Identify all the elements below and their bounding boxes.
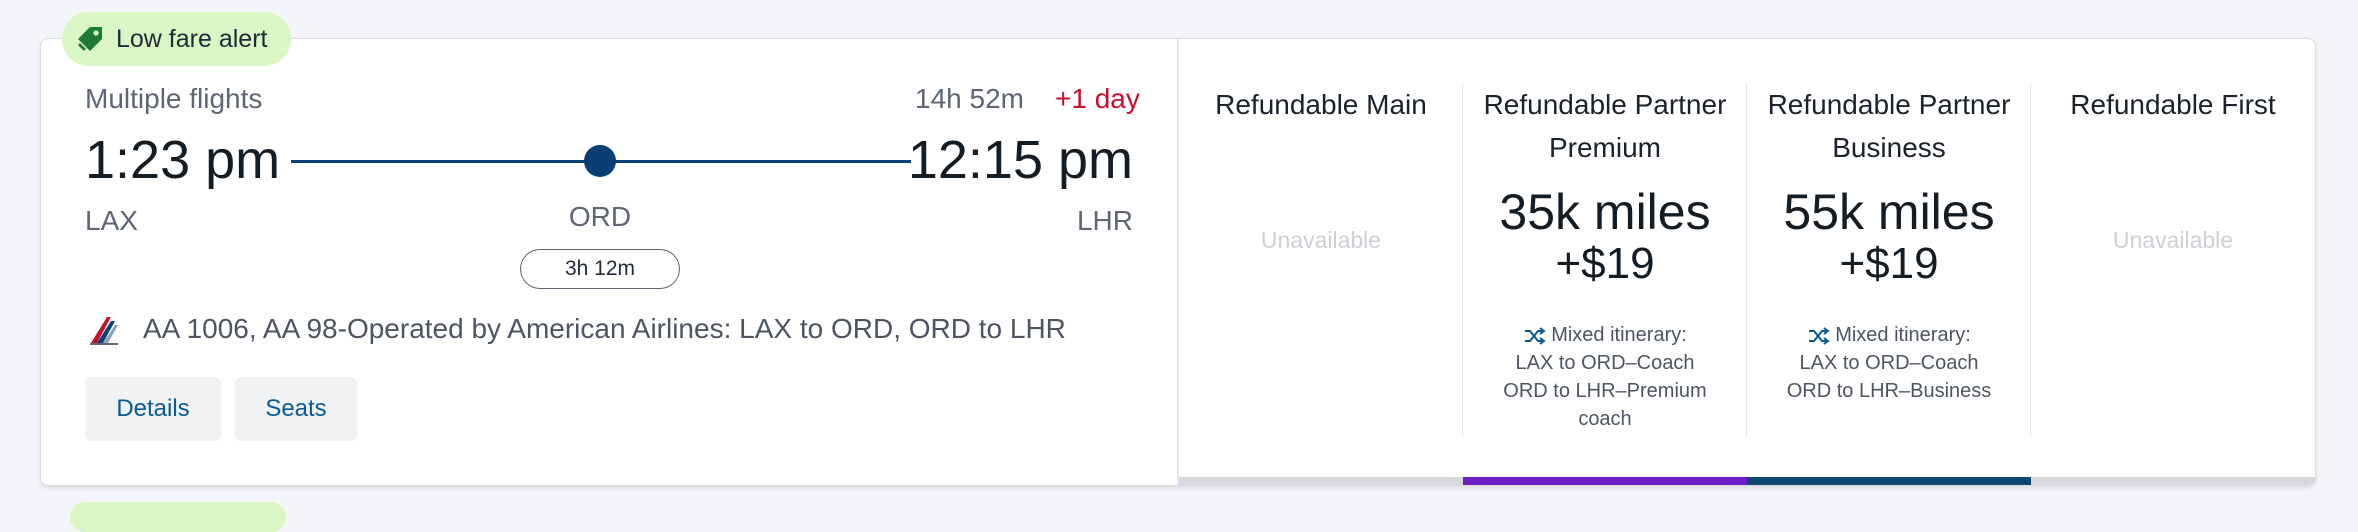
shuffle-icon xyxy=(1809,326,1830,345)
leg-1-cabin: LAX to ORD–Coach xyxy=(1799,352,1979,374)
fare-title: Refundable Partner Premium xyxy=(1483,89,1727,163)
fare-unavailable: Unavailable xyxy=(2112,227,2234,253)
leg-1-cabin: LAX to ORD–Coach xyxy=(1515,352,1695,374)
badge-label: Low fare alert xyxy=(116,24,268,53)
flight-type: Multiple flights xyxy=(85,83,263,114)
departure-time: 1:23 pm xyxy=(85,130,281,190)
arrival-time: 12:15 pm xyxy=(907,130,1133,190)
layover-duration: 3h 12m xyxy=(520,249,680,289)
fare-miles: 55k miles xyxy=(1783,184,1995,240)
next-result-badge xyxy=(70,502,286,532)
flight-description: AA 1006, AA 98-Operated by American Airl… xyxy=(143,313,1066,344)
details-button[interactable]: Details xyxy=(85,377,221,441)
fare-title: Refundable Partner Business xyxy=(1767,89,2011,163)
mixed-itinerary-note: Mixed itinerary: LAX to ORD–Coach ORD to… xyxy=(1463,321,1747,433)
fare-title: Refundable First xyxy=(2070,89,2276,120)
fare-refundable-partner-business[interactable]: Refundable Partner Business 55k miles +$… xyxy=(1747,39,2031,485)
fare-refundable-main[interactable]: Refundable Main Unavailable xyxy=(1179,39,1463,485)
shuffle-icon xyxy=(1525,326,1546,345)
mixed-label: Mixed itinerary: xyxy=(1551,324,1687,346)
flight-summary: Multiple flights 14h 52m +1 day 1:23 pm … xyxy=(41,39,1177,485)
fare-miles: 35k miles xyxy=(1499,184,1711,240)
mixed-itinerary-note: Mixed itinerary: LAX to ORD–Coach ORD to… xyxy=(1747,321,2031,405)
fare-bar xyxy=(1179,477,1463,485)
stop-airport: ORD xyxy=(568,201,632,232)
fare-refundable-first[interactable]: Refundable First Unavailable xyxy=(2031,39,2315,485)
price-tag-icon xyxy=(78,27,102,51)
fare-bar xyxy=(1747,477,2031,485)
fare-fee: +$19 xyxy=(1555,239,1655,288)
arrival-airport: LHR xyxy=(1076,205,1133,236)
american-airlines-logo-icon xyxy=(90,317,118,345)
seats-button[interactable]: Seats xyxy=(235,377,357,441)
fare-bar xyxy=(1463,477,1747,485)
leg-2-cabin: ORD to LHR–Business xyxy=(1786,380,1992,402)
fare-unavailable: Unavailable xyxy=(1260,227,1382,253)
low-fare-alert-badge: Low fare alert xyxy=(62,12,292,66)
total-duration: 14h 52m xyxy=(915,83,1024,114)
stop-marker xyxy=(584,145,616,177)
fare-fee: +$19 xyxy=(1839,239,1939,288)
mixed-label: Mixed itinerary: xyxy=(1835,324,1971,346)
fare-refundable-partner-premium[interactable]: Refundable Partner Premium 35k miles +$1… xyxy=(1463,39,1747,485)
departure-airport: LAX xyxy=(85,205,138,236)
fare-title: Refundable Main xyxy=(1215,89,1427,120)
day-offset: +1 day xyxy=(1055,83,1140,114)
leg-2-cabin: ORD to LHR–Premium coach xyxy=(1503,380,1707,430)
flight-result-card: Multiple flights 14h 52m +1 day 1:23 pm … xyxy=(40,38,2316,486)
fare-bar xyxy=(2031,477,2315,485)
